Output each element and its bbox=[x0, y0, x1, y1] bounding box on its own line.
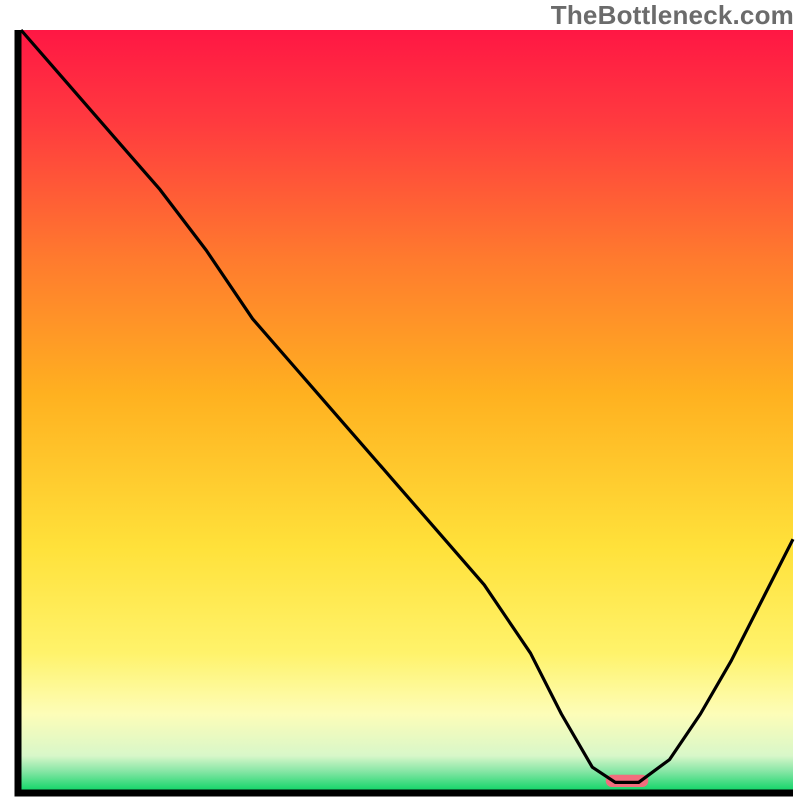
chart-svg bbox=[0, 0, 800, 800]
chart-canvas: TheBottleneck.com bbox=[0, 0, 800, 800]
chart-background bbox=[21, 30, 793, 790]
